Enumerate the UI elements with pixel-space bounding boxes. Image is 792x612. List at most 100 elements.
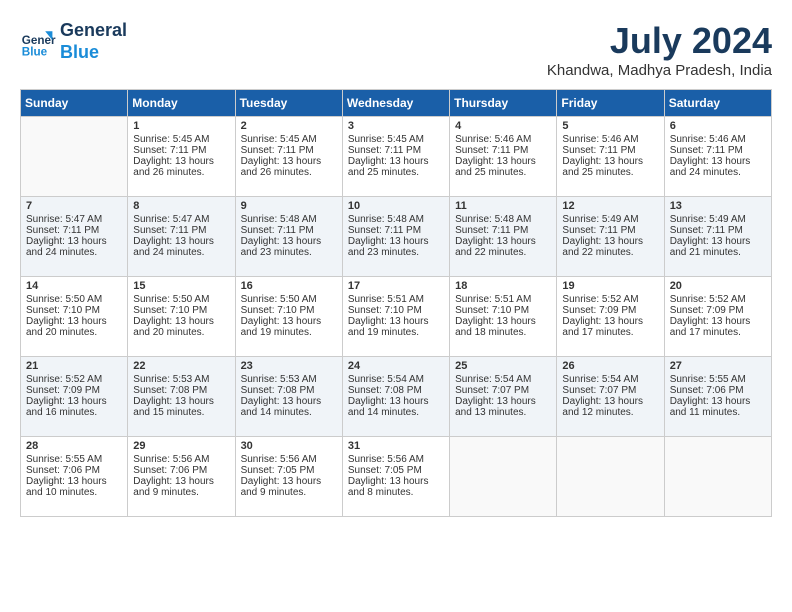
daylight-text: Daylight: 13 hours and 23 minutes.	[241, 236, 337, 258]
day-number: 22	[133, 360, 229, 372]
day-number: 24	[348, 360, 444, 372]
day-number: 18	[455, 280, 551, 292]
daylight-text: Daylight: 13 hours and 25 minutes.	[455, 156, 551, 178]
day-number: 28	[26, 440, 122, 452]
daylight-text: Daylight: 13 hours and 19 minutes.	[241, 316, 337, 338]
sunset-text: Sunset: 7:10 PM	[26, 305, 122, 316]
logo-icon: General Blue	[20, 24, 56, 60]
sunrise-text: Sunrise: 5:56 AM	[348, 454, 444, 465]
calendar-cell: 31Sunrise: 5:56 AMSunset: 7:05 PMDayligh…	[342, 437, 449, 517]
calendar-cell: 3Sunrise: 5:45 AMSunset: 7:11 PMDaylight…	[342, 117, 449, 197]
title-block: July 2024 Khandwa, Madhya Pradesh, India	[547, 20, 772, 79]
daylight-text: Daylight: 13 hours and 20 minutes.	[133, 316, 229, 338]
sunset-text: Sunset: 7:05 PM	[241, 465, 337, 476]
calendar-cell: 16Sunrise: 5:50 AMSunset: 7:10 PMDayligh…	[235, 277, 342, 357]
sunset-text: Sunset: 7:11 PM	[455, 145, 551, 156]
day-number: 31	[348, 440, 444, 452]
sunset-text: Sunset: 7:05 PM	[348, 465, 444, 476]
calendar-cell: 30Sunrise: 5:56 AMSunset: 7:05 PMDayligh…	[235, 437, 342, 517]
calendar-cell: 11Sunrise: 5:48 AMSunset: 7:11 PMDayligh…	[450, 197, 557, 277]
calendar-cell: 12Sunrise: 5:49 AMSunset: 7:11 PMDayligh…	[557, 197, 664, 277]
sunrise-text: Sunrise: 5:52 AM	[562, 294, 658, 305]
calendar-cell: 26Sunrise: 5:54 AMSunset: 7:07 PMDayligh…	[557, 357, 664, 437]
weekday-header: Saturday	[664, 90, 771, 117]
daylight-text: Daylight: 13 hours and 24 minutes.	[133, 236, 229, 258]
sunset-text: Sunset: 7:08 PM	[133, 385, 229, 396]
calendar-cell: 1Sunrise: 5:45 AMSunset: 7:11 PMDaylight…	[128, 117, 235, 197]
svg-text:Blue: Blue	[22, 45, 48, 58]
calendar-cell: 22Sunrise: 5:53 AMSunset: 7:08 PMDayligh…	[128, 357, 235, 437]
calendar-cell: 28Sunrise: 5:55 AMSunset: 7:06 PMDayligh…	[21, 437, 128, 517]
daylight-text: Daylight: 13 hours and 11 minutes.	[670, 396, 766, 418]
day-number: 10	[348, 200, 444, 212]
day-number: 8	[133, 200, 229, 212]
calendar-cell: 27Sunrise: 5:55 AMSunset: 7:06 PMDayligh…	[664, 357, 771, 437]
sunrise-text: Sunrise: 5:50 AM	[241, 294, 337, 305]
sunset-text: Sunset: 7:11 PM	[670, 225, 766, 236]
weekday-header: Friday	[557, 90, 664, 117]
daylight-text: Daylight: 13 hours and 26 minutes.	[241, 156, 337, 178]
daylight-text: Daylight: 13 hours and 16 minutes.	[26, 396, 122, 418]
day-number: 25	[455, 360, 551, 372]
daylight-text: Daylight: 13 hours and 13 minutes.	[455, 396, 551, 418]
daylight-text: Daylight: 13 hours and 14 minutes.	[241, 396, 337, 418]
day-number: 26	[562, 360, 658, 372]
calendar-cell: 2Sunrise: 5:45 AMSunset: 7:11 PMDaylight…	[235, 117, 342, 197]
sunset-text: Sunset: 7:08 PM	[241, 385, 337, 396]
sunset-text: Sunset: 7:11 PM	[26, 225, 122, 236]
calendar-cell	[664, 437, 771, 517]
month-title: July 2024	[547, 20, 772, 62]
calendar-cell: 21Sunrise: 5:52 AMSunset: 7:09 PMDayligh…	[21, 357, 128, 437]
sunrise-text: Sunrise: 5:45 AM	[348, 134, 444, 145]
sunrise-text: Sunrise: 5:51 AM	[348, 294, 444, 305]
day-number: 11	[455, 200, 551, 212]
sunrise-text: Sunrise: 5:54 AM	[348, 374, 444, 385]
sunrise-text: Sunrise: 5:46 AM	[455, 134, 551, 145]
day-number: 29	[133, 440, 229, 452]
sunset-text: Sunset: 7:11 PM	[562, 145, 658, 156]
calendar-cell: 20Sunrise: 5:52 AMSunset: 7:09 PMDayligh…	[664, 277, 771, 357]
weekday-header: Thursday	[450, 90, 557, 117]
day-number: 6	[670, 120, 766, 132]
weekday-header: Monday	[128, 90, 235, 117]
sunset-text: Sunset: 7:11 PM	[562, 225, 658, 236]
sunrise-text: Sunrise: 5:56 AM	[133, 454, 229, 465]
calendar-cell: 17Sunrise: 5:51 AMSunset: 7:10 PMDayligh…	[342, 277, 449, 357]
daylight-text: Daylight: 13 hours and 25 minutes.	[348, 156, 444, 178]
sunrise-text: Sunrise: 5:45 AM	[241, 134, 337, 145]
calendar-cell: 25Sunrise: 5:54 AMSunset: 7:07 PMDayligh…	[450, 357, 557, 437]
calendar-cell: 23Sunrise: 5:53 AMSunset: 7:08 PMDayligh…	[235, 357, 342, 437]
sunset-text: Sunset: 7:11 PM	[241, 225, 337, 236]
daylight-text: Daylight: 13 hours and 10 minutes.	[26, 476, 122, 498]
weekday-header: Wednesday	[342, 90, 449, 117]
daylight-text: Daylight: 13 hours and 17 minutes.	[670, 316, 766, 338]
daylight-text: Daylight: 13 hours and 21 minutes.	[670, 236, 766, 258]
sunset-text: Sunset: 7:07 PM	[562, 385, 658, 396]
sunset-text: Sunset: 7:11 PM	[348, 225, 444, 236]
sunrise-text: Sunrise: 5:45 AM	[133, 134, 229, 145]
sunrise-text: Sunrise: 5:48 AM	[348, 214, 444, 225]
weekday-header: Tuesday	[235, 90, 342, 117]
sunrise-text: Sunrise: 5:52 AM	[26, 374, 122, 385]
calendar-cell: 4Sunrise: 5:46 AMSunset: 7:11 PMDaylight…	[450, 117, 557, 197]
daylight-text: Daylight: 13 hours and 12 minutes.	[562, 396, 658, 418]
day-number: 20	[670, 280, 766, 292]
daylight-text: Daylight: 13 hours and 22 minutes.	[562, 236, 658, 258]
weekday-header: Sunday	[21, 90, 128, 117]
day-number: 21	[26, 360, 122, 372]
sunset-text: Sunset: 7:10 PM	[241, 305, 337, 316]
calendar-cell	[450, 437, 557, 517]
daylight-text: Daylight: 13 hours and 22 minutes.	[455, 236, 551, 258]
calendar-cell	[557, 437, 664, 517]
calendar-cell: 14Sunrise: 5:50 AMSunset: 7:10 PMDayligh…	[21, 277, 128, 357]
daylight-text: Daylight: 13 hours and 23 minutes.	[348, 236, 444, 258]
sunset-text: Sunset: 7:06 PM	[670, 385, 766, 396]
sunset-text: Sunset: 7:11 PM	[133, 225, 229, 236]
day-number: 14	[26, 280, 122, 292]
day-number: 23	[241, 360, 337, 372]
sunset-text: Sunset: 7:11 PM	[455, 225, 551, 236]
day-number: 1	[133, 120, 229, 132]
daylight-text: Daylight: 13 hours and 14 minutes.	[348, 396, 444, 418]
calendar-cell: 7Sunrise: 5:47 AMSunset: 7:11 PMDaylight…	[21, 197, 128, 277]
sunrise-text: Sunrise: 5:48 AM	[241, 214, 337, 225]
